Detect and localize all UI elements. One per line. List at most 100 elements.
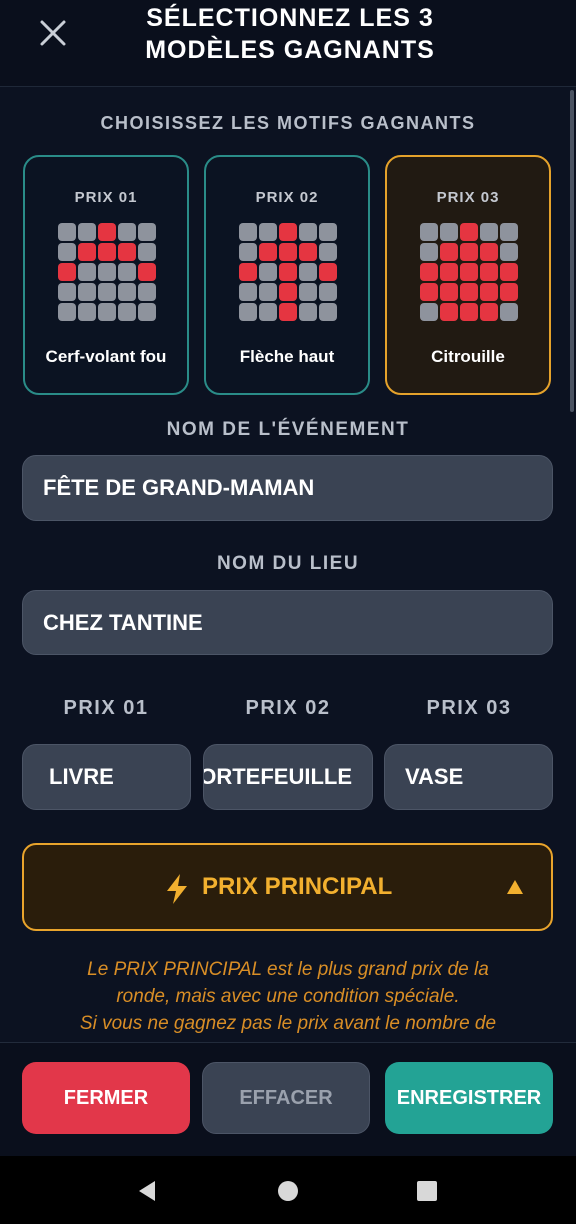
pattern-cell-active — [480, 243, 498, 261]
pattern-cell-active — [460, 223, 478, 241]
pattern-cell-active — [279, 243, 297, 261]
pattern-cell — [420, 303, 438, 321]
close-icon[interactable] — [36, 16, 70, 50]
pattern-card-3[interactable]: PRIX 03 Citrouille — [385, 155, 551, 395]
pattern-cell — [500, 223, 518, 241]
pattern-cell — [299, 283, 317, 301]
pattern-cell-active — [460, 243, 478, 261]
page-title: SÉLECTIONNEZ LES 3 MODÈLES GAGNANTS — [100, 2, 480, 66]
pattern-card-1[interactable]: PRIX 01 Cerf-volant fou — [23, 155, 189, 395]
pattern-cell — [299, 263, 317, 281]
prize-3-value: VASE — [405, 764, 464, 789]
pattern-cell-active — [440, 263, 458, 281]
pattern-cell — [319, 223, 337, 241]
pattern-cell — [420, 223, 438, 241]
pattern-cell — [319, 283, 337, 301]
pattern-cell-active — [279, 223, 297, 241]
pattern-cell — [259, 263, 277, 281]
pattern-cell — [480, 223, 498, 241]
home-icon[interactable] — [277, 1180, 299, 1207]
back-icon[interactable] — [136, 1180, 158, 1207]
pattern-cell — [118, 283, 136, 301]
card-pattern-name: Cerf-volant fou — [45, 347, 167, 366]
pattern-cell-active — [299, 243, 317, 261]
pattern-cell — [239, 243, 257, 261]
pattern-card-2[interactable]: PRIX 02 Flèche haut — [204, 155, 370, 395]
pattern-cell-active — [480, 303, 498, 321]
note-line: Le PRIX PRINCIPAL est le plus grand prix… — [87, 959, 489, 980]
grand-prize-toggle[interactable]: PRIX PRINCIPAL — [22, 843, 553, 931]
save-button[interactable]: ENREGISTRER — [385, 1062, 553, 1134]
pattern-cell — [299, 303, 317, 321]
pattern-cell-active — [420, 263, 438, 281]
pattern-cell — [138, 303, 156, 321]
pattern-cell-active — [58, 263, 76, 281]
pattern-cell — [138, 243, 156, 261]
pattern-cell-active — [460, 263, 478, 281]
pattern-cell-active — [460, 283, 478, 301]
pattern-cell — [500, 303, 518, 321]
scrollbar[interactable] — [570, 90, 574, 412]
pattern-grid — [58, 223, 158, 323]
triangle-up-icon — [506, 879, 524, 900]
pattern-cell-active — [259, 243, 277, 261]
pattern-cell — [239, 283, 257, 301]
pattern-cell-active — [118, 243, 136, 261]
pattern-cell — [259, 303, 277, 321]
venue-name-label: NOM DU LIEU — [216, 553, 360, 574]
pattern-cell-active — [98, 243, 116, 261]
pattern-cell-active — [279, 263, 297, 281]
pattern-cell — [58, 283, 76, 301]
pattern-cell — [440, 223, 458, 241]
prize-2-input[interactable]: PORTEFEUILLE — [203, 744, 373, 810]
venue-name-input[interactable]: CHEZ TANTINE — [22, 590, 553, 655]
pattern-cell-active — [279, 283, 297, 301]
pattern-cell-active — [239, 263, 257, 281]
pattern-cell-active — [460, 303, 478, 321]
pattern-cell — [319, 243, 337, 261]
pattern-cell-active — [78, 243, 96, 261]
pattern-cell — [118, 223, 136, 241]
close-button[interactable]: FERMER — [22, 1062, 190, 1134]
card-prize-label: PRIX 01 — [74, 189, 138, 206]
event-name-input[interactable]: FÊTE DE GRAND-MAMAN — [22, 455, 553, 521]
pattern-cell-active — [319, 263, 337, 281]
note-line: ronde, mais avec une condition spéciale. — [116, 986, 460, 1007]
pattern-cell — [138, 283, 156, 301]
prize-3-label: PRIX 03 — [426, 697, 512, 719]
event-name-label: NOM DE L'ÉVÉNEMENT — [166, 419, 410, 440]
pattern-cell-active — [500, 283, 518, 301]
card-prize-label: PRIX 03 — [436, 189, 500, 206]
pattern-grid — [239, 223, 339, 323]
prize-3-input[interactable]: VASE — [384, 744, 553, 810]
pattern-cell — [78, 303, 96, 321]
pattern-cell — [259, 283, 277, 301]
prize-1-label: PRIX 01 — [63, 697, 149, 719]
pattern-cell-active — [279, 303, 297, 321]
venue-name-value: CHEZ TANTINE — [43, 609, 203, 635]
recents-icon[interactable] — [416, 1180, 438, 1207]
pattern-cell — [58, 303, 76, 321]
pattern-cell — [58, 243, 76, 261]
pattern-cell-active — [500, 263, 518, 281]
pattern-cell-active — [480, 283, 498, 301]
prize-2-value: PORTEFEUILLE — [204, 764, 352, 789]
clear-button[interactable]: EFFACER — [202, 1062, 370, 1134]
pattern-cell-active — [98, 223, 116, 241]
prize-1-input[interactable]: LIVRE — [22, 744, 191, 810]
pattern-cell — [239, 303, 257, 321]
pattern-cell — [118, 263, 136, 281]
pattern-cell — [98, 263, 116, 281]
pattern-grid — [420, 223, 520, 323]
prize-2-label: PRIX 02 — [245, 697, 331, 719]
grand-prize-description: Le PRIX PRINCIPAL est le plus grand prix… — [30, 956, 546, 1037]
pattern-cell — [98, 303, 116, 321]
card-pattern-name: Citrouille — [431, 347, 505, 366]
pattern-cell-active — [440, 243, 458, 261]
pattern-cell — [118, 303, 136, 321]
pattern-cell — [420, 243, 438, 261]
pattern-cell — [78, 263, 96, 281]
pattern-cell-active — [440, 283, 458, 301]
grand-prize-label: PRIX PRINCIPAL — [202, 873, 393, 900]
pattern-cell-active — [480, 263, 498, 281]
